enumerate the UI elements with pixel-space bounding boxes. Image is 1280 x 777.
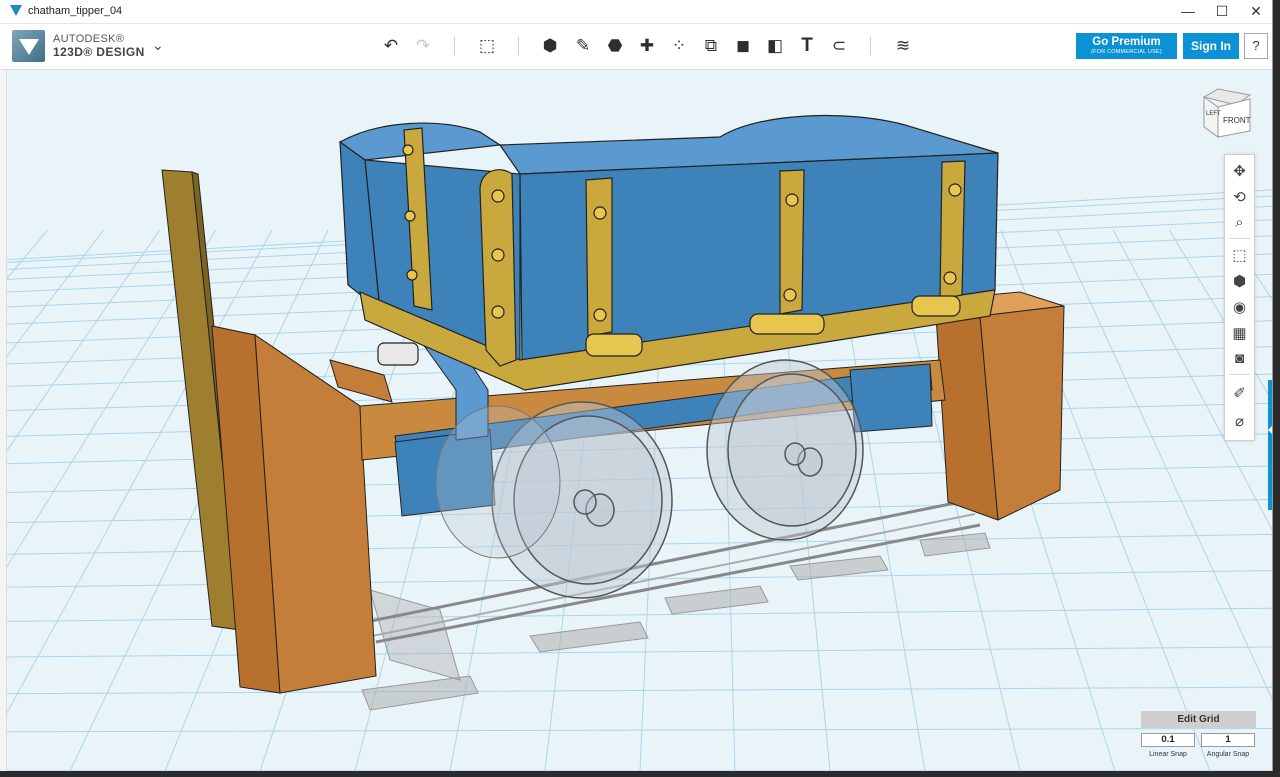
3d-viewport[interactable]: LEFT FRONT ✥ ⟲ ⌕ ⬚ ⬢ ◉ ▦ ◙ ✐ ⌀ Edit Grid… <box>0 70 1272 771</box>
hide-mesh-icon[interactable]: ⌀ <box>1227 409 1252 432</box>
grid-line <box>0 607 1272 623</box>
navigation-bar: ✥ ⟲ ⌕ ⬚ ⬢ ◉ ▦ ◙ ✐ ⌀ <box>1224 154 1255 441</box>
angular-snap-input[interactable]: 1 <box>1201 733 1255 747</box>
grid-line <box>0 686 1272 695</box>
transform-icon[interactable]: ⬚ <box>474 33 500 59</box>
close-button[interactable]: ✕ <box>1236 2 1272 21</box>
view-icon[interactable]: ⬢ <box>1227 269 1252 292</box>
pattern-icon[interactable]: ⁘ <box>666 33 692 59</box>
go-premium-button[interactable]: Go Premium (FOR COMMERCIAL USE) <box>1076 33 1177 59</box>
sketch-icon[interactable]: ✎ <box>570 33 596 59</box>
side-panel-tab[interactable] <box>1268 380 1272 510</box>
navbar-separator <box>1229 374 1250 375</box>
toolbar-separator <box>518 37 519 55</box>
measure-icon[interactable]: ◧ <box>762 33 788 59</box>
go-premium-label: Go Premium <box>1092 36 1161 48</box>
viewcube-left-label[interactable]: LEFT <box>1206 111 1221 117</box>
modify-icon[interactable]: ✚ <box>634 33 660 59</box>
linear-snap-input[interactable]: 0.1 <box>1141 733 1195 747</box>
zoom-icon[interactable]: ⌕ <box>1227 211 1252 234</box>
help-button[interactable]: ? <box>1244 33 1268 59</box>
desktop-edge <box>0 70 7 771</box>
side-panel-arrow-icon[interactable] <box>1268 426 1272 434</box>
edit-grid-panel: Edit Grid 0.1 1 Linear Snap Angular Snap <box>1141 711 1256 765</box>
window-title: chatham_tipper_04 <box>28 5 123 17</box>
app-logo-icon <box>10 5 22 16</box>
materials-outline-icon[interactable]: ▦ <box>1227 321 1252 344</box>
pan-icon[interactable]: ✥ <box>1227 159 1252 182</box>
grid-line <box>0 229 161 462</box>
viewcube-front-label[interactable]: FRONT <box>1223 116 1251 125</box>
chevron-down-icon[interactable]: ⌄ <box>152 37 164 54</box>
grouping-icon[interactable]: ⧉ <box>698 33 724 59</box>
undo-button[interactable]: ↶ <box>378 33 404 59</box>
toolbar-separator <box>454 37 455 55</box>
redo-button[interactable]: ↷ <box>410 33 436 59</box>
grid-line <box>0 229 48 288</box>
linear-snap-label: Linear Snap <box>1149 751 1187 758</box>
grid-line <box>0 727 1272 733</box>
sign-in-button[interactable]: Sign In <box>1183 33 1239 59</box>
app-window: chatham_tipper_04 — ☐ ✕ AUTODESK® 123D® … <box>0 0 1273 771</box>
scene-canvas[interactable] <box>0 70 1272 771</box>
grid-line <box>0 646 1272 658</box>
hide-sketch-icon[interactable]: ✐ <box>1227 381 1252 404</box>
autodesk-logo-icon[interactable] <box>12 30 45 62</box>
tipper-body <box>338 114 999 391</box>
construct-icon[interactable]: ⬣ <box>602 33 628 59</box>
angular-snap-label: Angular Snap <box>1206 751 1250 758</box>
primitives-icon[interactable]: ⬢ <box>537 33 563 59</box>
combine-icon[interactable]: ◼ <box>730 33 756 59</box>
title-bar: chatham_tipper_04 — ☐ ✕ <box>0 0 1272 24</box>
brand-product: 123D® DESIGN <box>53 45 145 59</box>
navbar-separator <box>1229 238 1250 239</box>
fit-icon[interactable]: ⬚ <box>1227 243 1252 266</box>
buffer-block-right <box>934 291 1065 521</box>
toolbar-separator <box>870 37 871 55</box>
grid-line <box>0 229 105 367</box>
wheel-hidden <box>435 405 561 559</box>
orbit-icon[interactable]: ⟲ <box>1227 185 1252 208</box>
edit-grid-button[interactable]: Edit Grid <box>1141 711 1256 728</box>
brand-company: AUTODESK® <box>53 33 125 45</box>
go-premium-sublabel: (FOR COMMERCIAL USE) <box>1091 49 1162 55</box>
wheel-rear <box>706 359 864 541</box>
material-icon[interactable]: ≋ <box>890 33 916 59</box>
view-cube[interactable]: LEFT FRONT <box>1200 85 1252 141</box>
camera-icon[interactable]: ◙ <box>1227 347 1252 370</box>
text-icon[interactable]: T <box>794 33 820 59</box>
visibility-icon[interactable]: ◉ <box>1227 295 1252 318</box>
main-toolbar: AUTODESK® 123D® DESIGN ⌄ ↶ ↷ ⬚ ⬢ ✎ ⬣ ✚ ⁘… <box>0 24 1272 70</box>
snap-icon[interactable]: ⊂ <box>826 33 852 59</box>
